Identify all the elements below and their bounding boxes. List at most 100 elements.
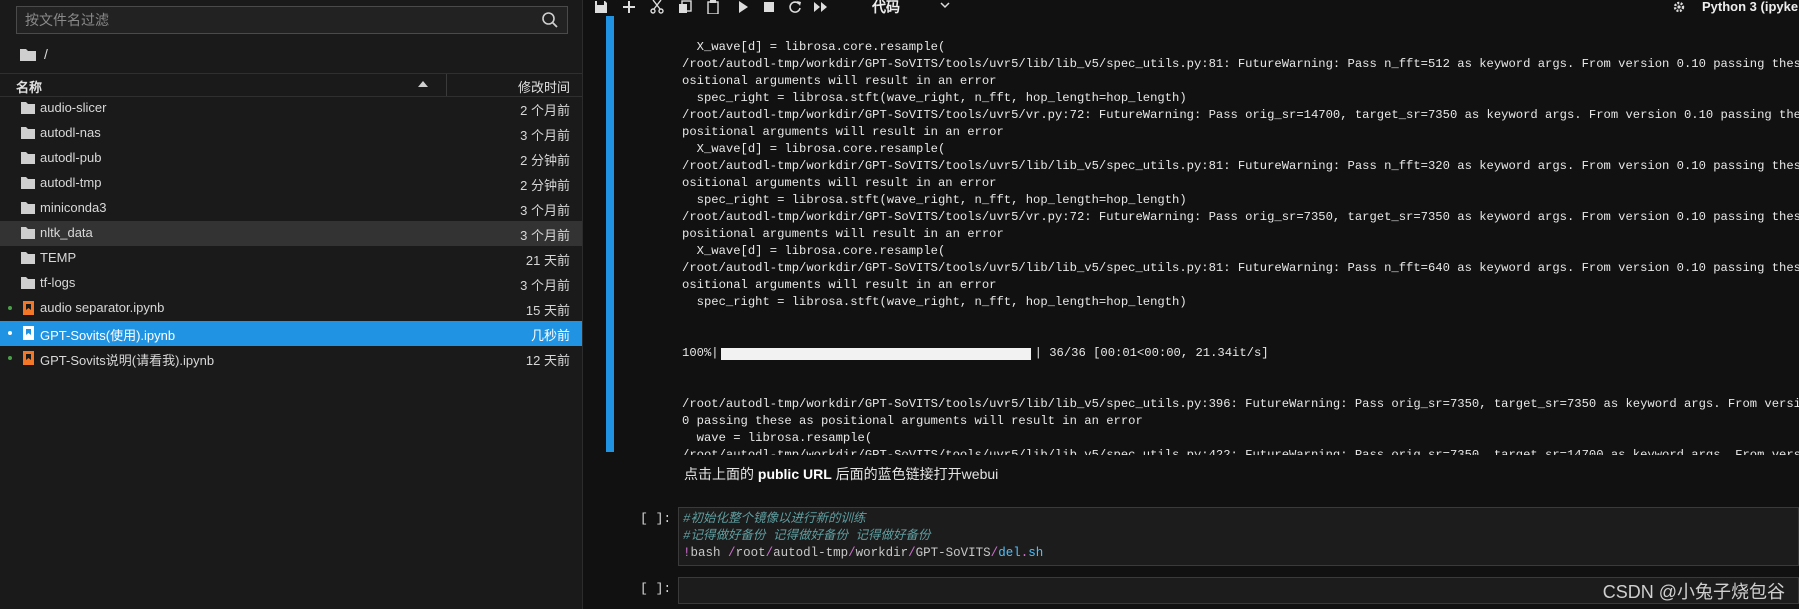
output-line: ositional arguments will result in an er… <box>682 176 997 190</box>
output-line: X_wave[d] = librosa.core.resample( <box>682 142 946 156</box>
add-icon[interactable] <box>622 0 636 14</box>
output-line: /root/autodl-tmp/workdir/GPT-SoVITS/tool… <box>682 108 1799 122</box>
column-header-modified[interactable]: 修改时间 <box>518 77 570 96</box>
save-icon[interactable] <box>594 0 608 14</box>
notebook-toolbar: 代码 Python 3 (ipyker <box>590 0 1799 16</box>
file-name: tf-logs <box>40 275 76 290</box>
cell-type-select[interactable]: 代码 <box>872 0 900 16</box>
markdown-cell[interactable]: 点击上面的 public URL 后面的蓝色链接打开webui <box>684 464 998 484</box>
markdown-bold: public URL <box>757 466 832 482</box>
progress-bar <box>720 347 1031 360</box>
output-lines-before: X_wave[d] = librosa.core.resample( /root/… <box>682 39 1799 311</box>
markdown-text-after: 后面的蓝色链接打开webui <box>831 466 999 482</box>
file-modified-time: 3 个月前 <box>520 203 570 218</box>
restart-icon[interactable] <box>788 0 802 14</box>
cell-prompt: [ ]: <box>640 581 672 596</box>
filter-box <box>16 6 568 34</box>
notebook-icon <box>23 326 34 340</box>
copy-icon[interactable] <box>678 0 692 14</box>
code-command: bash <box>690 546 721 560</box>
output-line: /root/autodl-tmp/workdir/GPT-SoVITS/tool… <box>682 261 1799 275</box>
breadcrumb-path[interactable]: / <box>44 46 48 62</box>
file-list-header: 名称 修改时间 <box>0 73 582 97</box>
progress-line: 100%| | 36/36 [00:01<00:00, 21.34it/s] <box>682 345 1799 362</box>
output-line: spec_right = librosa.stft(wave_right, n_… <box>682 91 1187 105</box>
run-all-icon[interactable] <box>814 0 828 14</box>
code-comment: #初始化整个镜像以进行新的训练 <box>683 512 866 526</box>
code-bang: ! <box>683 546 691 560</box>
file-row[interactable]: miniconda3 3 个月前 <box>0 196 582 221</box>
running-indicator <box>8 306 12 310</box>
folder-icon[interactable] <box>20 47 36 61</box>
file-row[interactable]: nltk_data 3 个月前 <box>0 221 582 246</box>
file-row[interactable]: GPT-Sovits说明(请看我).ipynb 12 天前 <box>0 346 582 371</box>
file-modified-time: 2 个月前 <box>520 103 570 118</box>
progress-percent: 100%| <box>682 346 719 360</box>
file-row[interactable]: autodl-pub 2 分钟前 <box>0 146 582 171</box>
code-path-token: GPT-SoVITS <box>915 546 991 560</box>
progress-suffix: | 36/36 [00:01<00:00, 21.34it/s] <box>1034 346 1269 360</box>
folder-icon <box>21 227 35 239</box>
file-row[interactable]: TEMP 21 天前 <box>0 246 582 271</box>
stop-icon[interactable] <box>762 0 776 14</box>
filter-input[interactable] <box>17 7 543 33</box>
file-name: audio separator.ipynb <box>40 300 165 315</box>
output-lines-after: /root/autodl-tmp/workdir/GPT-SoVITS/tool… <box>682 396 1799 455</box>
output-line: spec_right = librosa.stft(wave_right, n_… <box>682 295 1187 309</box>
file-row[interactable]: autodl-tmp 2 分钟前 <box>0 171 582 196</box>
breadcrumb: / <box>20 45 48 63</box>
folder-icon <box>21 152 35 164</box>
code-path-token: sh <box>1028 546 1044 560</box>
code-cell-editor[interactable]: #初始化整个镜像以进行新的训练 #记得做好备份 记得做好备份 记得做好备份 !bas… <box>678 507 1799 566</box>
file-modified-time: 15 天前 <box>525 303 570 318</box>
file-modified-time: 3 个月前 <box>520 278 570 293</box>
paste-icon[interactable] <box>706 0 720 14</box>
cell-prompt: [ ]: <box>640 511 672 526</box>
folder-icon <box>21 252 35 264</box>
code-comment: #记得做好备份 记得做好备份 记得做好备份 <box>683 529 931 543</box>
code-path-token: del <box>998 546 1021 560</box>
output-line: /root/autodl-tmp/workdir/GPT-SoVITS/tool… <box>682 57 1799 71</box>
folder-icon <box>21 277 35 289</box>
column-header-name[interactable]: 名称 <box>16 77 42 96</box>
file-modified-time: 2 分钟前 <box>520 153 570 168</box>
run-icon[interactable] <box>736 0 750 14</box>
output-line: /root/autodl-tmp/workdir/GPT-SoVITS/tool… <box>682 210 1799 224</box>
code-path-token: / <box>908 546 916 560</box>
folder-icon <box>21 102 35 114</box>
chevron-down-icon[interactable] <box>940 2 950 10</box>
file-name: autodl-pub <box>40 150 102 165</box>
kernel-name[interactable]: Python 3 (ipyker <box>1702 0 1799 14</box>
output-line: X_wave[d] = librosa.core.resample( <box>682 244 946 258</box>
output-line: positional arguments will result in an e… <box>682 125 1004 139</box>
code-path-token: / <box>765 546 774 560</box>
gear-icon[interactable] <box>1672 0 1686 14</box>
file-name: GPT-Sovits(使用).ipynb <box>40 328 176 343</box>
code-path-token: workdir <box>855 546 909 560</box>
notebook-icon <box>23 351 34 365</box>
sort-ascending-icon <box>418 81 428 87</box>
output-line: positional arguments will result in an e… <box>682 227 1004 241</box>
code-path-token: root <box>735 546 766 560</box>
file-row[interactable]: autodl-nas 3 个月前 <box>0 121 582 146</box>
cell-output: X_wave[d] = librosa.core.resample( /root/… <box>682 5 1799 455</box>
file-row[interactable]: tf-logs 3 个月前 <box>0 271 582 296</box>
file-row[interactable]: GPT-Sovits(使用).ipynb 几秒前 <box>0 321 582 346</box>
file-name: autodl-nas <box>40 125 101 140</box>
file-row[interactable]: audio-slicer 2 个月前 <box>0 96 582 121</box>
output-line: spec_right = librosa.stft(wave_right, n_… <box>682 193 1187 207</box>
search-icon[interactable] <box>541 11 559 29</box>
cut-icon[interactable] <box>650 0 664 14</box>
running-indicator <box>8 356 12 360</box>
file-row[interactable]: audio separator.ipynb 15 天前 <box>0 296 582 321</box>
file-name: autodl-tmp <box>40 175 102 190</box>
output-line: ositional arguments will result in an er… <box>682 74 997 88</box>
file-browser-panel: / 名称 修改时间 audio-slicer 2 个月前 autodl-nas 3 个… <box>0 0 583 609</box>
code-command-line: !bash /root/autodl-tmp/workdir/GPT-SoVIT… <box>683 545 1794 562</box>
running-indicator <box>8 331 12 335</box>
file-name: nltk_data <box>40 225 93 240</box>
active-cell-indicator[interactable] <box>606 0 614 452</box>
watermark: CSDN @小兔子烧包谷 <box>1602 582 1785 602</box>
file-modified-time: 2 分钟前 <box>520 178 570 193</box>
code-path: /root/autodl-tmp/workdir/GPT-SoVITS/del.… <box>721 546 1044 560</box>
